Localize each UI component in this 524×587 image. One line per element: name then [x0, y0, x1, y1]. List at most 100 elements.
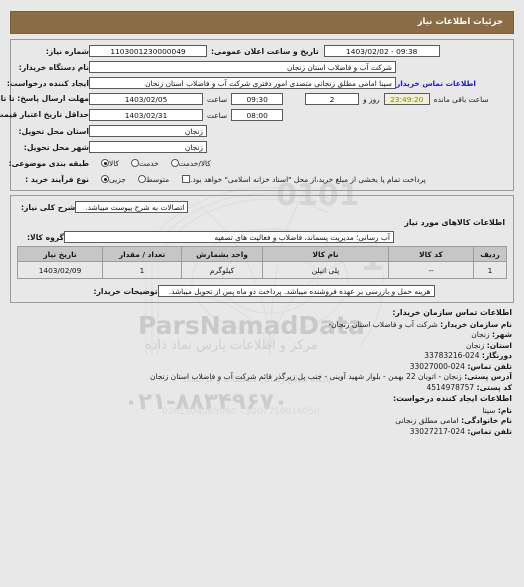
contact-fax-value: 33783216-024	[424, 351, 480, 360]
row-creator: ایجاد کننده درخواست: سینا امامی مطلق زنج…	[6, 76, 507, 90]
cell-quantity: 1	[102, 261, 182, 279]
radio-label-motavaset: متوسط	[145, 174, 170, 184]
radio-icon-kala-khedmat[interactable]	[170, 159, 179, 167]
row-subject-class: طبقه بندی موضوعی: کالا خدمت کالا/خدمت	[8, 156, 507, 170]
radio-subject-kala[interactable]: کالا	[98, 159, 119, 168]
reply-deadline-time-field[interactable]: 09:30	[231, 93, 284, 105]
radio-process-motavaset[interactable]: متوسط	[135, 175, 169, 184]
countdown-timer: 23:49:20	[383, 93, 430, 105]
creator-phone-label: تلفن تماس:	[467, 426, 512, 436]
radio-label-jozii: جزیی	[109, 174, 126, 184]
remaining-days-field: 2	[305, 93, 360, 105]
general-description-field[interactable]: اتصالات به شرح پیوست میباشد.	[75, 201, 189, 213]
reply-deadline-date-field[interactable]: 1403/02/05	[89, 93, 203, 105]
contact-fax-label: دورنگار:	[481, 351, 512, 360]
contact-address: آدرس پستی: زنجان - اتوبان 22 بهمن - بلوا…	[12, 372, 512, 383]
col-header-need-date: تاریخ نیاز	[17, 246, 103, 262]
radio-label-khedmat: خدمت	[139, 158, 159, 168]
announce-datetime-label: تاریخ و ساعت اعلان عمومی:	[211, 46, 319, 56]
radio-process-jozii[interactable]: جزیی	[98, 175, 126, 184]
need-number-field[interactable]: 1103001230000049	[89, 45, 207, 57]
row-goods-group: گروه کالا: آب رسانی؛ مدیریت پسماند، فاضل…	[17, 230, 507, 244]
price-validity-time-field[interactable]: 08:00	[231, 109, 284, 121]
row-reply-deadline: مهلت ارسال پاسخ: تا تاریخ: 1403/02/05 سا…	[0, 92, 507, 106]
delivery-city-label: شهر محل تحویل:	[23, 142, 89, 152]
delivery-province-label: استان محل تحویل:	[18, 126, 90, 136]
creator-phone-value: 33027217-024	[409, 426, 465, 436]
buyer-notes-label: توضیحات خریدار:	[93, 286, 158, 296]
goods-group-field[interactable]: آب رسانی؛ مدیریت پسماند، فاضلاب و فعالیت…	[63, 231, 394, 243]
delivery-city-field[interactable]: زنجان	[89, 141, 207, 153]
radio-label-kala: کالا	[109, 158, 119, 168]
goods-info-panel: شرح کلی نیاز: اتصالات به شرح پیوست میباش…	[10, 195, 514, 303]
subject-class-label: طبقه بندی موضوعی:	[8, 158, 89, 168]
cell-unit: کیلوگرم	[181, 261, 263, 279]
col-header-unit: واحد بشمارش	[181, 246, 263, 262]
checkbox-icon-treasury[interactable]	[182, 175, 191, 183]
radio-icon-khedmat[interactable]	[131, 159, 139, 167]
goods-table-header-row: ردیف کد کالا نام کالا واحد بشمارش تعداد …	[17, 246, 507, 262]
creator-first-name-value: سینا	[482, 405, 496, 415]
row-delivery-province: استان محل تحویل: زنجان	[17, 124, 507, 138]
countdown-label: ساعت باقی مانده	[433, 94, 489, 104]
contact-address-value: زنجان - اتوبان 22 بهمن - بلوار شهید آوین…	[149, 372, 462, 381]
cell-name: پلی اتیلن	[262, 261, 389, 279]
radio-icon-kala[interactable]	[101, 159, 109, 167]
remaining-days-label: روز و	[363, 94, 380, 104]
col-header-code: کد کالا	[388, 246, 474, 262]
contact-postal-code-value: 4514978757	[426, 382, 475, 392]
page-title: جزئیات اطلاعات نیاز	[10, 11, 514, 34]
contact-address-label: آدرس پستی:	[464, 372, 512, 381]
creator-section-title: اطلاعات ایجاد کننده درخواست:	[392, 394, 512, 403]
contact-province: استان: زنجان	[12, 341, 512, 352]
contact-org-name-value: شرکت آب و فاضلاب استان زنجان-	[328, 319, 438, 329]
need-number-label: شماره نیاز:	[45, 46, 89, 56]
goods-group-label: گروه کالا:	[27, 232, 64, 242]
contact-phone: تلفن تماس: 33027000-024	[12, 362, 512, 373]
buyer-notes-field[interactable]: هزینه حمل و بازرسی بر عهده فروشنده میباش…	[157, 285, 435, 297]
contact-org-name-label: نام سازمان خریدار:	[440, 319, 512, 329]
row-general-description: شرح کلی نیاز: اتصالات به شرح پیوست میباش…	[17, 200, 507, 214]
radio-subject-khedmat[interactable]: خدمت	[128, 159, 159, 168]
creator-last-name-value: امامی مطلق زنجانی	[395, 416, 459, 425]
buyer-contact-link[interactable]: اطلاعات تماس خریدار	[396, 79, 480, 88]
radio-icon-jozii[interactable]	[101, 175, 109, 183]
col-header-name: نام کالا	[262, 246, 389, 262]
creator-phone: تلفن تماس: 33027217-024	[12, 427, 512, 438]
creator-field[interactable]: سینا امامی مطلق زنجانی متصدی امور دفتری …	[89, 77, 396, 89]
creator-last-name: نام خانوادگی: امامی مطلق زنجانی	[12, 416, 512, 427]
buyer-org-label: نام دستگاه خریدار:	[18, 62, 89, 72]
row-buyer-notes: توضیحات خریدار: هزینه حمل و بازرسی بر عه…	[17, 284, 507, 298]
contact-province-label: استان:	[486, 340, 512, 350]
page-root: جزئیات اطلاعات نیاز شماره نیاز: 11030012…	[0, 11, 524, 437]
radio-label-kala-khedmat: کالا/خدمت	[178, 158, 211, 168]
contact-block: اطلاعات تماس سازمان خریدار: نام سازمان خ…	[12, 308, 512, 437]
contact-city-value: زنجان	[471, 330, 490, 339]
contact-city-label: شهر:	[492, 330, 512, 339]
radio-icon-motavaset[interactable]	[137, 175, 146, 183]
creator-last-name-label: نام خانوادگی:	[461, 416, 512, 425]
contact-postal-code: کد پستی: 4514978757	[12, 383, 512, 394]
reply-deadline-time-label: ساعت	[207, 94, 228, 104]
buyer-org-field[interactable]: شرکت آب و فاضلاب استان زنجان	[89, 61, 396, 73]
price-validity-time-label: ساعت	[207, 110, 228, 120]
row-need-number: شماره نیاز: 1103001230000049 تاریخ و ساع…	[17, 44, 507, 58]
radio-subject-kala-khedmat[interactable]: کالا/خدمت	[168, 159, 211, 168]
need-details-panel: شماره نیاز: 1103001230000049 تاریخ و ساع…	[0, 39, 514, 191]
creator-label: ایجاد کننده درخواست:	[6, 78, 89, 88]
contact-province-value: زنجان	[466, 340, 485, 350]
contact-phone-label: تلفن تماس:	[467, 361, 512, 371]
row-delivery-city: شهر محل تحویل: زنجان	[17, 140, 507, 154]
contact-org-name: نام سازمان خریدار: شرکت آب و فاضلاب استا…	[12, 320, 512, 331]
cell-code: --	[388, 261, 474, 279]
checkbox-label-treasury: پرداخت تمام یا بخشی از مبلغ خرید،از محل …	[190, 174, 426, 184]
delivery-province-field[interactable]: زنجان	[89, 125, 207, 137]
announce-datetime-field[interactable]: 09:38 - 1403/02/02	[323, 45, 440, 57]
price-validity-date-field[interactable]: 1403/02/31	[89, 109, 203, 121]
goods-section-title: اطلاعات کالاهای مورد نیاز	[404, 218, 505, 227]
table-row[interactable]: 1 -- پلی اتیلن کیلوگرم 1 1403/02/09	[17, 261, 507, 279]
contact-phone-value: 33027000-024	[409, 361, 465, 371]
checkbox-treasury-docs[interactable]: پرداخت تمام یا بخشی از مبلغ خرید،از محل …	[178, 175, 426, 184]
reply-deadline-label: مهلت ارسال پاسخ: تا تاریخ:	[0, 93, 89, 103]
purchase-process-label: نوع فرآیند خرید :	[25, 174, 89, 184]
